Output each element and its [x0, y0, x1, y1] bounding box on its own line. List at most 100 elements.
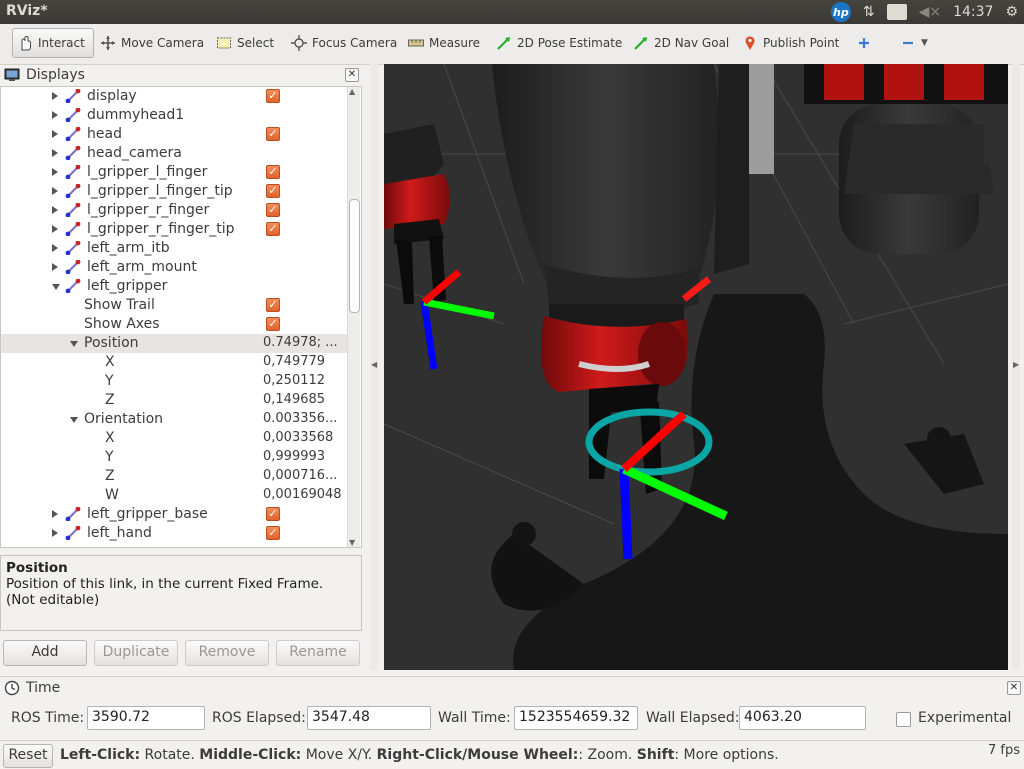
wall-elapsed-field[interactable]: 4063.20 [739, 706, 866, 730]
tree-row-display[interactable]: left_arm_itb [1, 239, 347, 258]
tree-row-display[interactable]: l_gripper_l_finger ✓ [1, 163, 347, 182]
hint-shift: Shift [636, 747, 675, 763]
remove-tool-button[interactable]: ▼ [896, 28, 932, 58]
enable-checkbox[interactable]: ✓ [266, 507, 280, 521]
experimental-checkbox[interactable] [896, 712, 911, 727]
add-tool-button[interactable] [852, 28, 876, 58]
tree-row-position-z[interactable]: Z 0,149685 [1, 391, 347, 410]
expand-arrow-icon[interactable] [52, 225, 58, 233]
collapse-arrow-icon[interactable] [70, 341, 78, 347]
tree-row-display[interactable]: dummyhead1 [1, 106, 347, 125]
pose-estimate-tool-button[interactable]: 2D Pose Estimate [492, 28, 626, 58]
orientation-y-label: Y [105, 449, 114, 465]
tree-row-orientation-w[interactable]: W 0,00169048 [1, 486, 347, 505]
tf-link-icon [65, 164, 81, 180]
expand-arrow-icon[interactable] [52, 111, 58, 119]
publish-point-tool-button[interactable]: Publish Point [738, 28, 843, 58]
tree-row-display[interactable]: left_hand ✓ [1, 524, 347, 543]
tf-link-icon [65, 126, 81, 142]
enable-checkbox[interactable]: ✓ [266, 127, 280, 141]
tree-row-display[interactable]: l_gripper_r_finger ✓ [1, 201, 347, 220]
tree-row-show-trail[interactable]: Show Trail ✓ [1, 296, 347, 315]
nav-goal-tool-button[interactable]: 2D Nav Goal [629, 28, 733, 58]
enable-checkbox[interactable]: ✓ [266, 203, 280, 217]
nav-goal-label: 2D Nav Goal [654, 36, 730, 50]
enable-checkbox[interactable]: ✓ [266, 89, 280, 103]
reset-button[interactable]: Reset [3, 744, 53, 768]
expand-arrow-icon[interactable] [52, 263, 58, 271]
show-axes-checkbox[interactable]: ✓ [266, 317, 280, 331]
tree-row-display[interactable]: left_gripper_base ✓ [1, 505, 347, 524]
tree-row-orientation-y[interactable]: Y 0,999993 [1, 448, 347, 467]
time-close-button[interactable]: ✕ [1007, 681, 1021, 695]
scroll-down-icon[interactable]: ▼ [349, 538, 355, 547]
tree-row-display[interactable]: head ✓ [1, 125, 347, 144]
right-splitter[interactable]: ▶ [1012, 64, 1020, 670]
show-trail-checkbox[interactable]: ✓ [266, 298, 280, 312]
collapse-left-icon[interactable]: ◀ [371, 360, 377, 369]
displays-scrollbar[interactable]: ▲ ▼ [347, 87, 360, 547]
expand-arrow-icon[interactable] [52, 510, 58, 518]
expand-arrow-icon[interactable] [52, 168, 58, 176]
expand-arrow-icon[interactable] [52, 149, 58, 157]
volume-muted-icon[interactable]: ◀× [919, 4, 942, 20]
keyboard-layout-indicator[interactable]: Pt [886, 4, 907, 20]
tree-row-orientation-z[interactable]: Z 0,000716... [1, 467, 347, 486]
interact-tool-button[interactable]: Interact [12, 28, 94, 58]
displays-close-button[interactable]: ✕ [345, 68, 359, 82]
tree-row-position-y[interactable]: Y 0,250112 [1, 372, 347, 391]
ros-time-field[interactable]: 3590.72 [87, 706, 205, 730]
clock[interactable]: 14:37 [953, 4, 993, 20]
displays-tree[interactable]: display ✓ dummyhead1 head ✓ head_camera l_grip… [0, 86, 362, 548]
collapse-arrow-icon[interactable] [70, 417, 78, 423]
select-tool-button[interactable]: Select [212, 28, 278, 58]
tree-row-display[interactable]: display ✓ [1, 87, 347, 106]
focus-camera-tool-button[interactable]: Focus Camera [287, 28, 401, 58]
network-icon[interactable]: ⇅ [863, 4, 875, 20]
enable-checkbox[interactable]: ✓ [266, 222, 280, 236]
collapse-right-icon[interactable]: ▶ [1013, 360, 1019, 369]
tf-link-icon [65, 183, 81, 199]
displays-scroll-thumb[interactable] [349, 199, 360, 313]
render-viewport[interactable] [384, 64, 1008, 670]
remove-button[interactable]: Remove [185, 640, 269, 666]
collapse-arrow-icon[interactable] [52, 284, 60, 290]
status-bar: Reset Left-Click: Rotate. Middle-Click: … [0, 740, 1024, 769]
wall-time-field[interactable]: 1523554659.32 [514, 706, 638, 730]
scroll-up-icon[interactable]: ▲ [349, 87, 355, 96]
add-button[interactable]: Add [3, 640, 87, 666]
display-name: left_hand [87, 525, 152, 541]
fps-indicator: 7 fps [987, 743, 1020, 758]
ros-elapsed-field[interactable]: 3547.48 [307, 706, 431, 730]
duplicate-button[interactable]: Duplicate [94, 640, 178, 666]
enable-checkbox[interactable]: ✓ [266, 184, 280, 198]
tree-row-position[interactable]: Position 0.74978; ... [1, 334, 347, 353]
expand-arrow-icon[interactable] [52, 130, 58, 138]
tf-link-icon [65, 259, 81, 275]
expand-arrow-icon[interactable] [52, 187, 58, 195]
tree-row-display[interactable]: l_gripper_l_finger_tip ✓ [1, 182, 347, 201]
rename-button[interactable]: Rename [276, 640, 360, 666]
orientation-z-label: Z [105, 468, 115, 484]
tree-row-display[interactable]: left_arm_mount [1, 258, 347, 277]
tree-row-position-x[interactable]: X 0,749779 [1, 353, 347, 372]
enable-checkbox[interactable]: ✓ [266, 526, 280, 540]
tree-row-display[interactable]: head_camera [1, 144, 347, 163]
expand-arrow-icon[interactable] [52, 92, 58, 100]
hp-logo-icon[interactable]: hp [830, 2, 851, 22]
tf-link-icon [65, 506, 81, 522]
tree-row-orientation[interactable]: Orientation 0.003356... [1, 410, 347, 429]
left-splitter[interactable]: ◀ [370, 64, 378, 670]
tree-row-orientation-x[interactable]: X 0,0033568 [1, 429, 347, 448]
tree-row-show-axes[interactable]: Show Axes ✓ [1, 315, 347, 334]
enable-checkbox[interactable]: ✓ [266, 165, 280, 179]
tree-row-display[interactable]: left_gripper [1, 277, 347, 296]
position-z-value: 0,149685 [263, 392, 326, 407]
measure-tool-button[interactable]: Measure [404, 28, 484, 58]
expand-arrow-icon[interactable] [52, 529, 58, 537]
move-camera-tool-button[interactable]: Move Camera [96, 28, 208, 58]
expand-arrow-icon[interactable] [52, 244, 58, 252]
expand-arrow-icon[interactable] [52, 206, 58, 214]
tree-row-display[interactable]: l_gripper_r_finger_tip ✓ [1, 220, 347, 239]
gear-icon[interactable]: ⚙ [1005, 4, 1018, 20]
